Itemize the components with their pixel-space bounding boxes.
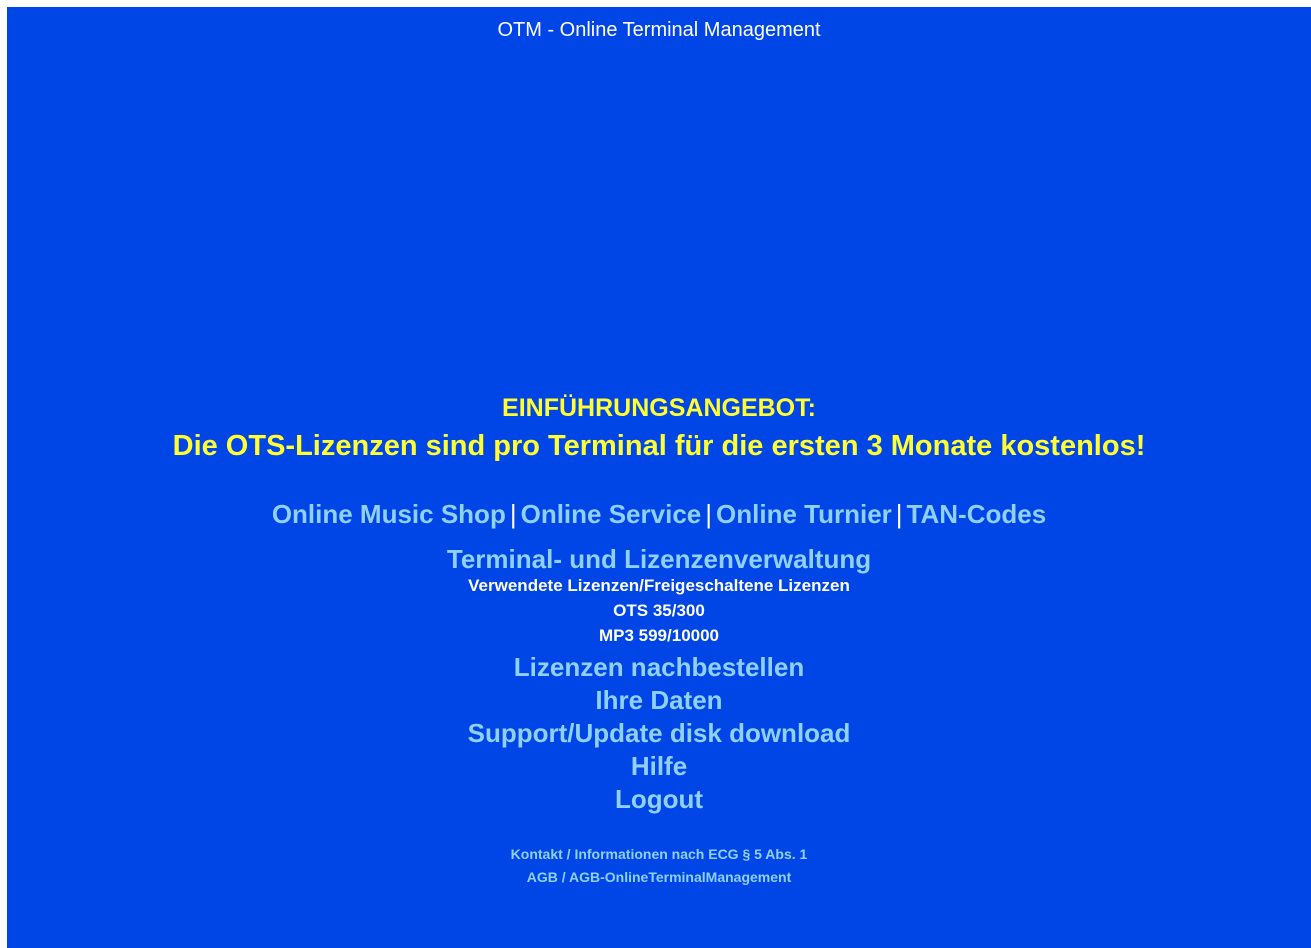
nav-separator: | <box>895 499 903 529</box>
nav-link-online-turnier[interactable]: Online Turnier <box>716 499 892 529</box>
promo-heading: EINFÜHRUNGSANGEBOT: <box>502 394 816 422</box>
menu-link-reorder-licenses[interactable]: Lizenzen nachbestellen <box>7 651 1311 684</box>
top-navigation: Online Music Shop | Online Service | Online … <box>7 499 1311 529</box>
page-body: OTM - Online Terminal Management EINFÜHR… <box>7 7 1311 948</box>
menu-link-your-data[interactable]: Ihre Daten <box>7 684 1311 717</box>
footer-link-contact[interactable]: Kontakt / Informationen nach ECG § 5 Abs… <box>7 843 1311 866</box>
license-caption: Verwendete Lizenzen/Freigeschaltene Lize… <box>468 576 850 595</box>
page-title: OTM - Online Terminal Management <box>497 19 821 41</box>
nav-link-tan-codes[interactable]: TAN-Codes <box>907 499 1047 529</box>
mp3-license-count: MP3 599/10000 <box>598 626 720 645</box>
nav-link-online-music-shop[interactable]: Online Music Shop <box>272 499 506 529</box>
menu-link-support-download[interactable]: Support/Update disk download <box>7 717 1311 750</box>
nav-separator: | <box>509 499 517 529</box>
nav-link-online-service[interactable]: Online Service <box>521 499 702 529</box>
menu-link-help[interactable]: Hilfe <box>7 750 1311 783</box>
footer-link-terms[interactable]: AGB / AGB-OnlineTerminalManagement <box>7 866 1311 889</box>
footer: Kontakt / Informationen nach ECG § 5 Abs… <box>7 843 1311 889</box>
menu-link-terminal-management[interactable]: Terminal- und Lizenzenverwaltung <box>7 543 1311 576</box>
menu-link-logout[interactable]: Logout <box>7 783 1311 816</box>
ots-license-count: OTS 35/300 <box>613 601 705 620</box>
promo-text: Die OTS-Lizenzen sind pro Terminal für d… <box>172 430 1146 462</box>
main-menu: Terminal- und Lizenzenverwaltung Verwend… <box>7 543 1311 816</box>
nav-separator: | <box>705 499 713 529</box>
